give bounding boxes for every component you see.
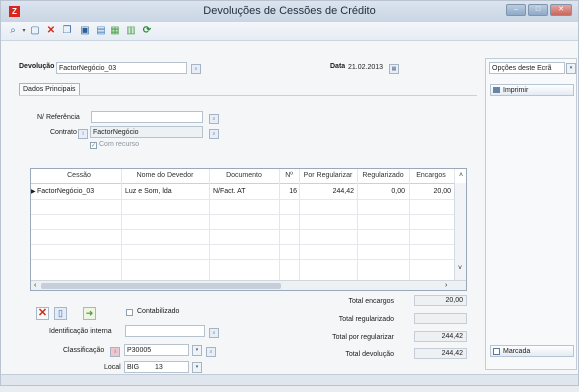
contrato-label: Contrato: [50, 129, 77, 136]
column-divider: [121, 169, 122, 281]
status-bar: [1, 374, 578, 385]
minimize-button[interactable]: –: [506, 4, 526, 16]
toolbar: ⌕ ▾ ▢ ✕ ❐ ▣ ▤ ▦ ▥ ⟳: [1, 22, 578, 41]
save-icon[interactable]: ▣: [79, 25, 91, 37]
col-header[interactable]: Nome do Devedor: [121, 169, 209, 183]
contrato-lookup-icon[interactable]: ⌕: [209, 129, 219, 139]
col-header[interactable]: Cessão: [37, 169, 121, 183]
contabilizado-label: Contabilizado: [137, 308, 180, 315]
col-header[interactable]: Nº: [279, 169, 299, 183]
export-icon[interactable]: ▦: [109, 25, 121, 37]
local-number: 13: [155, 364, 163, 371]
cessoes-table[interactable]: Cessão Nome do Devedor Documento Nº Por …: [30, 168, 467, 291]
chart-icon[interactable]: ▥: [125, 25, 137, 37]
close-window-button[interactable]: ✕: [550, 4, 572, 16]
scroll-right-icon[interactable]: ›: [445, 282, 447, 289]
com-recurso-checkbox[interactable]: ✓: [90, 142, 97, 149]
cell-encargos: 20,00: [433, 188, 451, 195]
row-divider: [31, 259, 454, 260]
ref-label: N/ Referência: [37, 114, 80, 121]
total-encargos-value: 20,00: [414, 295, 467, 306]
contrato-info-icon[interactable]: i: [78, 129, 88, 139]
side-panel: Opções deste Ecrã ▾ Imprimir Marcada: [485, 58, 577, 370]
scroll-down-icon[interactable]: ˅: [458, 265, 462, 272]
contrato-field[interactable]: FactorNegócio: [90, 126, 203, 138]
imprimir-button[interactable]: Imprimir: [490, 84, 574, 96]
row-divider: [31, 244, 454, 245]
options-select[interactable]: Opções deste Ecrã: [489, 62, 565, 74]
delete-row-button[interactable]: ✕: [36, 307, 49, 320]
total-por-regularizar-value: 244,42: [414, 331, 467, 342]
classificacao-field[interactable]: P30005: [124, 344, 189, 356]
title-bar: Z Devoluções de Cessões de Crédito – □ ✕: [1, 1, 578, 22]
row-divider: [31, 229, 454, 230]
classificacao-lookup-icon[interactable]: ⌕: [206, 347, 216, 357]
checkbox-icon: [493, 348, 500, 355]
ref-lookup-icon[interactable]: ⌕: [209, 114, 219, 124]
row-divider: [31, 199, 454, 200]
com-recurso-label: Com recurso: [99, 141, 140, 148]
devolucao-label: Devolução: [19, 63, 55, 70]
identificacao-lookup-icon[interactable]: ⌕: [209, 328, 219, 338]
scroll-up-icon[interactable]: ˄: [455, 169, 466, 183]
local-label: Local: [104, 364, 121, 371]
header-divider: [31, 183, 454, 184]
cell-regularizado: 0,00: [391, 188, 405, 195]
devolucao-field[interactable]: FactorNegócio_03: [56, 62, 187, 74]
copy-icon[interactable]: ❐: [61, 25, 73, 37]
identificacao-field[interactable]: [125, 325, 205, 337]
col-header[interactable]: Encargos: [409, 169, 453, 183]
cell-cessao: FactorNegócio_03: [37, 188, 95, 195]
contabilizado-checkbox[interactable]: [126, 309, 133, 316]
calendar-icon[interactable]: ▦: [389, 64, 399, 74]
maximize-button[interactable]: □: [528, 4, 548, 16]
identificacao-label: Identificação interna: [49, 328, 112, 335]
cell-devedor: Luz e Som, lda: [125, 188, 172, 195]
total-encargos-label: Total encargos: [348, 298, 394, 305]
ref-field[interactable]: [91, 111, 203, 123]
horizontal-scrollbar[interactable]: ‹ ›: [31, 280, 466, 290]
scrollbar-thumb[interactable]: [41, 283, 281, 289]
delete-icon[interactable]: ✕: [45, 25, 57, 37]
print-icon[interactable]: ▤: [95, 25, 107, 37]
total-regularizado-value: [414, 313, 467, 324]
local-dropdown-icon[interactable]: ▾: [192, 362, 202, 373]
new-document-icon[interactable]: ▢: [29, 25, 41, 37]
edit-row-button[interactable]: ▯: [54, 307, 67, 320]
total-devolucao-value: 244,42: [414, 348, 467, 359]
printer-icon: [493, 87, 500, 93]
marcada-label: Marcada: [503, 348, 531, 355]
cell-por-regularizar: 244,42: [332, 188, 354, 195]
window-title: Devoluções de Cessões de Crédito: [203, 5, 376, 17]
row-divider: [31, 214, 454, 215]
date-field[interactable]: 21.02.2013: [346, 62, 388, 74]
cell-numero: 16: [289, 188, 297, 195]
add-row-button[interactable]: ➜: [83, 307, 96, 320]
classificacao-info-icon[interactable]: i: [110, 347, 120, 357]
imprimir-label: Imprimir: [503, 87, 529, 94]
marcada-button[interactable]: Marcada: [490, 345, 574, 357]
refresh-icon[interactable]: ⟳: [141, 25, 153, 37]
total-devolucao-label: Total devolução: [345, 351, 394, 358]
total-por-regularizar-label: Total por regularizar: [332, 334, 394, 341]
col-header[interactable]: Por Regularizar: [299, 169, 357, 183]
col-header[interactable]: Documento: [209, 169, 279, 183]
classificacao-dropdown-icon[interactable]: ▾: [192, 345, 202, 356]
cell-documento: N/Fact. AT: [213, 188, 246, 195]
scroll-left-icon[interactable]: ‹: [34, 282, 36, 289]
local-field[interactable]: BIG 13: [124, 361, 189, 373]
window-controls: – □ ✕: [506, 4, 572, 16]
options-dropdown-icon[interactable]: ▾: [566, 63, 576, 74]
data-label: Data: [330, 63, 346, 70]
devolucao-lookup-icon[interactable]: ⌕: [191, 64, 201, 74]
col-header[interactable]: Regularizado: [357, 169, 409, 183]
application-window: Z Devoluções de Cessões de Crédito – □ ✕…: [0, 0, 579, 386]
classificacao-label: Classificação: [63, 347, 105, 354]
column-divider: [209, 169, 210, 281]
local-code: BIG: [127, 364, 140, 371]
total-regularizado-label: Total regularizado: [338, 316, 394, 323]
